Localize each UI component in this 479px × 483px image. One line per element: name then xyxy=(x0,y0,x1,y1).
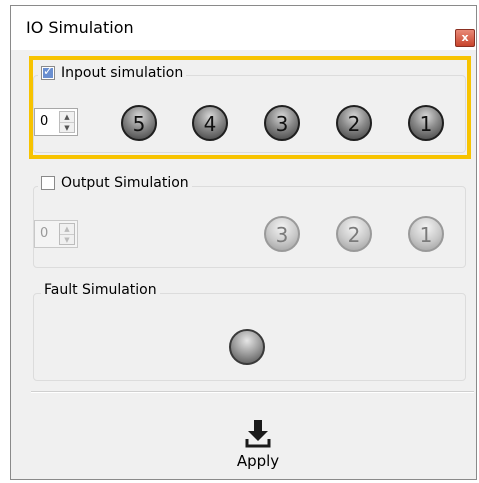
input-led-3[interactable]: 3 xyxy=(264,105,300,141)
io-simulation-window: IO Simulation x ✓ Inpout simulation 0 ▲ … xyxy=(10,5,477,480)
fault-simulation-legend: Fault Simulation xyxy=(41,282,160,298)
download-icon xyxy=(245,420,271,448)
apply-button[interactable]: Apply xyxy=(233,411,283,473)
title-bar[interactable]: IO Simulation x xyxy=(11,6,476,50)
input-led-2[interactable]: 2 xyxy=(336,105,372,141)
input-spinner-arrows[interactable]: ▲ ▼ xyxy=(59,111,75,133)
input-led-1[interactable]: 1 xyxy=(408,105,444,141)
output-simulation-checkbox-row[interactable]: Output Simulation xyxy=(38,175,192,191)
input-simulation-group xyxy=(33,75,466,153)
output-led-1: 1 xyxy=(408,216,444,252)
output-simulation-group xyxy=(33,186,466,268)
spinner-up-icon: ▲ xyxy=(64,225,70,233)
output-led-3: 3 xyxy=(264,216,300,252)
output-spinner-arrows: ▲ ▼ xyxy=(59,223,75,245)
input-led-4[interactable]: 4 xyxy=(192,105,228,141)
input-spinner[interactable]: 0 ▲ ▼ xyxy=(34,108,78,136)
spinner-up-icon[interactable]: ▲ xyxy=(60,112,74,122)
fault-simulation-label: Fault Simulation xyxy=(44,282,157,298)
close-button[interactable]: x xyxy=(455,29,475,47)
output-spinner: 0 ▲ ▼ xyxy=(34,220,78,248)
apply-label: Apply xyxy=(236,452,280,470)
close-icon: x xyxy=(461,31,469,44)
separator xyxy=(31,391,474,393)
input-simulation-checkbox-row[interactable]: ✓ Inpout simulation xyxy=(38,64,187,81)
output-simulation-checkbox[interactable] xyxy=(41,176,55,190)
window-title: IO Simulation xyxy=(26,18,134,37)
fault-led xyxy=(229,329,265,365)
output-spinner-value: 0 xyxy=(40,226,49,241)
input-simulation-checkbox[interactable]: ✓ xyxy=(41,64,55,80)
input-led-5[interactable]: 5 xyxy=(121,105,157,141)
input-spinner-value: 0 xyxy=(40,114,49,129)
output-simulation-label: Output Simulation xyxy=(61,175,189,191)
spinner-down-icon: ▼ xyxy=(60,234,74,245)
spinner-down-icon[interactable]: ▼ xyxy=(60,122,74,133)
output-led-2: 2 xyxy=(336,216,372,252)
input-simulation-label: Inpout simulation xyxy=(61,65,184,81)
